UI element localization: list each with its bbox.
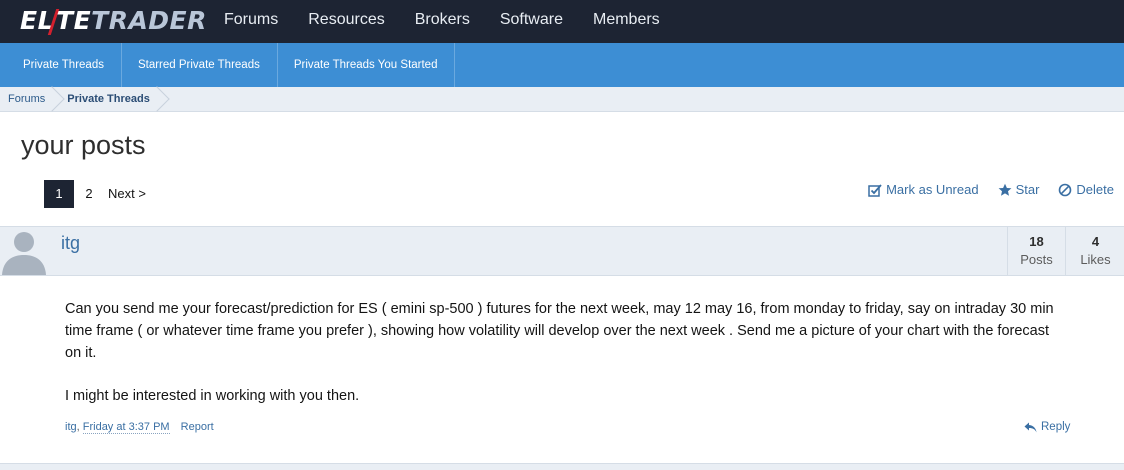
- message-header: itg 18 Posts 4 Likes: [0, 226, 1124, 276]
- message-paragraph: I might be interested in working with yo…: [65, 388, 360, 404]
- sub-navigation-bar: Private Threads Starred Private Threads …: [0, 43, 1124, 87]
- star-icon: [998, 183, 1011, 196]
- checkbox-check-icon: [868, 183, 882, 197]
- posts-count: 18: [1029, 234, 1044, 249]
- page-2-button[interactable]: 2: [74, 180, 104, 208]
- avatar[interactable]: [0, 228, 48, 275]
- breadcrumb-forums[interactable]: Forums: [0, 86, 66, 112]
- nav-software[interactable]: Software: [485, 0, 578, 43]
- message-body: Can you send me your forecast/prediction…: [65, 298, 1055, 428]
- elitetrader-logo[interactable]: ELTETRADER: [20, 6, 207, 36]
- reply-arrow-icon: [1024, 422, 1037, 432]
- main-nav: Forums Resources Brokers Software Member…: [209, 0, 675, 43]
- footer-author-link[interactable]: itg: [65, 421, 77, 433]
- page-title: your posts: [21, 130, 146, 160]
- tab-starred-private-threads[interactable]: Starred Private Threads: [122, 43, 278, 87]
- likes-stat: 4 Likes: [1065, 227, 1124, 275]
- nav-resources[interactable]: Resources: [293, 0, 399, 43]
- reply-button[interactable]: Reply: [1024, 421, 1070, 433]
- mark-as-unread-label: Mark as Unread: [886, 182, 979, 197]
- pagination: 1 2 Next >: [44, 180, 146, 208]
- message-username[interactable]: itg: [61, 233, 80, 254]
- delete-label: Delete: [1076, 182, 1114, 197]
- star-button[interactable]: Star: [998, 182, 1040, 197]
- page-1-button[interactable]: 1: [44, 180, 74, 208]
- footer-separator: ,: [76, 421, 83, 433]
- top-navigation-bar: ELTETRADER Forums Resources Brokers Soft…: [0, 0, 1124, 43]
- nav-members[interactable]: Members: [578, 0, 675, 43]
- mark-as-unread-button[interactable]: Mark as Unread: [868, 182, 979, 197]
- posts-stat: 18 Posts: [1007, 227, 1065, 275]
- breadcrumb-private-threads-label: Private Threads: [67, 93, 150, 105]
- delete-button[interactable]: Delete: [1058, 182, 1114, 197]
- next-page-button[interactable]: Next >: [104, 180, 146, 208]
- message-paragraph: Can you send me your forecast/prediction…: [65, 301, 1054, 361]
- post-timestamp[interactable]: Friday at 3:37 PM: [82, 421, 170, 434]
- breadcrumb: Forums Private Threads: [0, 86, 1124, 112]
- nav-forums[interactable]: Forums: [209, 0, 293, 43]
- report-link[interactable]: Report: [181, 421, 214, 433]
- thread-actions: Mark as Unread Star Delete: [849, 182, 1114, 197]
- tab-private-threads[interactable]: Private Threads: [0, 43, 122, 87]
- likes-label: Likes: [1080, 252, 1111, 267]
- tab-private-threads-you-started[interactable]: Private Threads You Started: [278, 43, 456, 87]
- likes-count: 4: [1091, 234, 1100, 249]
- star-label: Star: [1015, 182, 1040, 197]
- logo-text-trader: TRADER: [91, 6, 207, 35]
- breadcrumb-private-threads[interactable]: Private Threads: [59, 86, 170, 112]
- logo-text-te: TE: [56, 6, 92, 35]
- prohibited-icon: [1059, 183, 1072, 196]
- nav-brokers[interactable]: Brokers: [400, 0, 485, 43]
- default-avatar-icon: [2, 232, 46, 275]
- reply-label: Reply: [1041, 421, 1071, 433]
- breadcrumb-chevron-icon: [144, 86, 170, 112]
- message-footer: itg, Friday at 3:37 PM Report: [65, 421, 214, 434]
- posts-label: Posts: [1020, 252, 1053, 267]
